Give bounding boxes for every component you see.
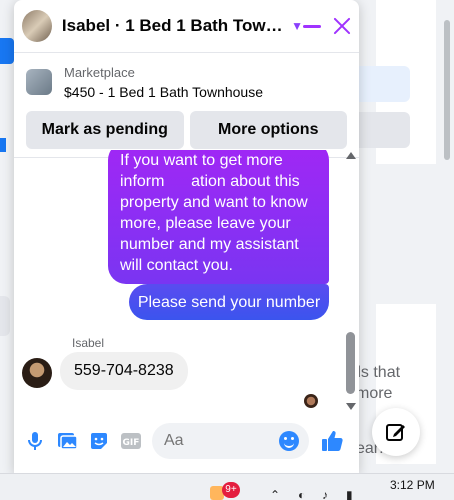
message-input-box[interactable] bbox=[152, 423, 309, 459]
compose-icon bbox=[386, 424, 405, 441]
chevron-down-icon[interactable]: ▼ bbox=[291, 19, 303, 33]
emoji-icon[interactable] bbox=[279, 431, 299, 451]
outgoing-message[interactable]: If you want to get more inform ation abo… bbox=[108, 150, 329, 284]
composer: GIF bbox=[14, 419, 359, 463]
scroll-up-arrow-icon[interactable] bbox=[346, 152, 356, 159]
listing-card: Marketplace $450 - 1 Bed 1 Bath Townhous… bbox=[14, 53, 359, 149]
scroll-down-arrow-icon[interactable] bbox=[346, 403, 356, 410]
taskbar-clock[interactable]: 3:12 PM bbox=[390, 478, 435, 492]
chat-title[interactable]: Isabel · 1 Bed 1 Bath Townh... bbox=[62, 16, 285, 36]
volume-icon[interactable]: ♪ bbox=[322, 488, 328, 500]
seen-avatar bbox=[304, 394, 318, 408]
background-scrollbar[interactable] bbox=[444, 20, 450, 160]
microphone-icon[interactable] bbox=[22, 428, 48, 454]
scroll-thumb[interactable] bbox=[346, 332, 355, 394]
sender-name: Isabel bbox=[72, 336, 105, 350]
thumbs-up-icon[interactable] bbox=[319, 428, 345, 454]
background-blue-tab bbox=[0, 38, 14, 64]
background-grid-icon bbox=[0, 138, 6, 152]
photo-icon[interactable] bbox=[54, 428, 80, 454]
listing-info[interactable]: Marketplace $450 - 1 Bed 1 Bath Townhous… bbox=[26, 61, 347, 103]
svg-text:GIF: GIF bbox=[123, 438, 140, 448]
incoming-message[interactable]: 559-704-8238 bbox=[60, 352, 188, 390]
listing-source: Marketplace bbox=[64, 64, 135, 80]
chevron-up-icon[interactable]: ⌃ bbox=[270, 488, 280, 500]
notification-badge: 9+ bbox=[222, 482, 240, 498]
background-text: ds that bbox=[352, 364, 401, 381]
sticker-icon[interactable] bbox=[86, 428, 112, 454]
close-icon[interactable] bbox=[333, 17, 351, 35]
message-list: If you want to get more inform ation abo… bbox=[14, 150, 359, 412]
mark-as-pending-button[interactable]: Mark as pending bbox=[26, 111, 184, 149]
minimize-icon[interactable] bbox=[303, 24, 321, 28]
taskbar: 9+ ⌃ ◐ ♪ ▮ 3:12 PM bbox=[0, 473, 454, 500]
battery-icon[interactable]: ▮ bbox=[346, 488, 353, 500]
avatar[interactable] bbox=[22, 10, 52, 42]
message-scrollbar[interactable] bbox=[345, 152, 357, 410]
gif-icon[interactable]: GIF bbox=[118, 428, 144, 454]
outgoing-message[interactable]: Please send your number bbox=[129, 284, 329, 320]
more-options-button[interactable]: More options bbox=[189, 111, 347, 149]
new-message-button[interactable] bbox=[372, 408, 420, 456]
avatar[interactable] bbox=[22, 358, 52, 388]
chat-header[interactable]: Isabel · 1 Bed 1 Bath Townh... ▼ bbox=[14, 0, 359, 53]
background-text: more bbox=[356, 385, 393, 402]
background-left-box bbox=[0, 296, 10, 336]
listing-name: $450 - 1 Bed 1 Bath Townhouse bbox=[64, 83, 264, 100]
chat-window: Isabel · 1 Bed 1 Bath Townh... ▼ Marketp… bbox=[14, 0, 359, 473]
wifi-icon[interactable]: ◐ bbox=[298, 488, 305, 500]
message-input[interactable] bbox=[164, 432, 279, 450]
listing-thumbnail[interactable] bbox=[26, 69, 52, 95]
